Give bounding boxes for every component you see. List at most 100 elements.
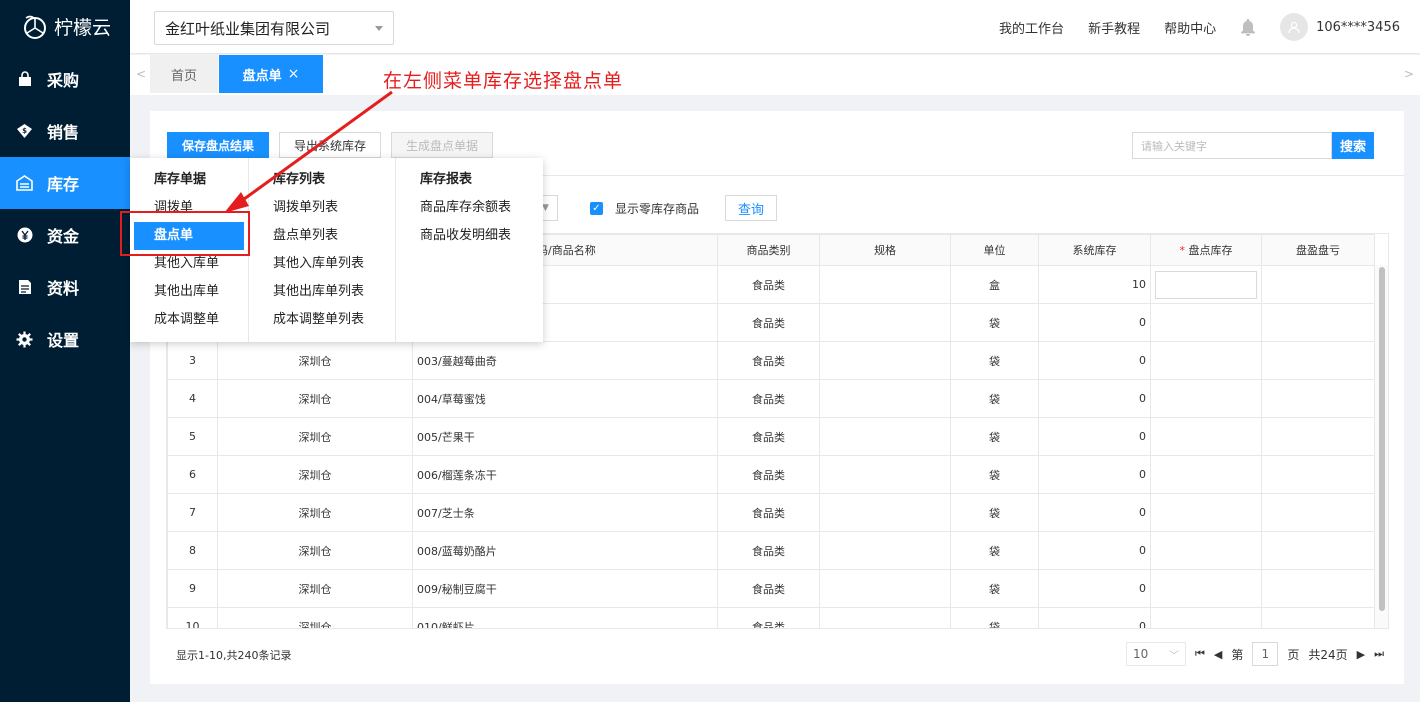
first-page-icon[interactable]: ⏮ (1195, 647, 1205, 661)
system-stock-cell: 0 (1038, 379, 1151, 418)
goods-name-cell: 010/鲜虾片 (412, 607, 718, 628)
help-center-link[interactable]: 帮助中心 (1164, 18, 1216, 37)
table-row: 8 深圳仓 008/蓝莓奶酪片 食品类 袋 0 (167, 531, 1375, 570)
system-stock-cell: 0 (1038, 531, 1151, 570)
company-select[interactable]: 金红叶纸业集团有限公司 (154, 11, 394, 45)
search-input[interactable]: 请输入关键字 (1132, 132, 1332, 159)
svg-text:$: $ (22, 127, 27, 135)
category-cell: 食品类 (717, 569, 820, 608)
flyout-heading: 库存单据 (154, 172, 207, 187)
sidebar-item-label: 资金 (47, 227, 80, 246)
sidebar-item-purchase[interactable]: 采购 (0, 53, 130, 105)
system-stock-cell: 0 (1038, 455, 1151, 494)
counted-stock-cell[interactable] (1150, 379, 1262, 418)
system-stock-cell: 0 (1038, 569, 1151, 608)
spec-cell (819, 265, 951, 304)
counted-stock-cell[interactable] (1150, 607, 1262, 628)
menu-item-cost-adjust-list[interactable]: 成本调整单列表 (249, 306, 395, 334)
warehouse-cell: 深圳仓 (217, 531, 413, 570)
sidebar-item-sales[interactable]: $ 销售 (0, 105, 130, 157)
sidebar-item-inventory[interactable]: 库存 (0, 157, 130, 209)
profit-loss-cell (1261, 531, 1375, 570)
warehouse-cell: 深圳仓 (217, 455, 413, 494)
unit-cell: 袋 (950, 607, 1039, 628)
row-number: 9 (167, 569, 218, 608)
counted-stock-cell[interactable] (1150, 531, 1262, 570)
close-icon[interactable]: × (288, 66, 300, 82)
goods-name-cell: 007/芝士条 (412, 493, 718, 532)
col-header-spec: 规格 (819, 234, 951, 266)
table-scrollbar[interactable] (1374, 265, 1388, 628)
sidebar-item-data[interactable]: 资料 (0, 261, 130, 313)
profit-loss-cell (1261, 379, 1375, 418)
counted-stock-cell[interactable] (1150, 493, 1262, 532)
scrollbar-thumb[interactable] (1379, 267, 1385, 611)
tutorial-link[interactable]: 新手教程 (1088, 18, 1140, 37)
menu-item-stock-detail[interactable]: 商品收发明细表 (396, 222, 543, 250)
user-menu[interactable]: 106****3456 (1280, 13, 1400, 41)
yen-icon (16, 227, 33, 244)
query-button[interactable]: 查询 (725, 195, 778, 221)
spec-cell (819, 607, 951, 628)
chevron-down-icon: ﹀ (1168, 650, 1179, 662)
system-stock-cell: 0 (1038, 607, 1151, 628)
tab-scroll-right-icon[interactable]: > (1404, 67, 1414, 81)
flyout-heading: 库存报表 (420, 172, 473, 187)
prev-page-icon[interactable]: ◀ (1214, 648, 1222, 661)
bag-icon (16, 71, 33, 88)
counted-stock-cell[interactable] (1150, 455, 1262, 494)
unit-cell: 袋 (950, 341, 1039, 380)
table-row: 3 深圳仓 003/蔓越莓曲奇 食品类 袋 0 (167, 341, 1375, 380)
show-zero-label: 显示零库存商品 (615, 201, 700, 216)
brand-logo[interactable]: 柠檬云 (0, 0, 130, 53)
tab-stocktake[interactable]: 盘点单 × (219, 55, 323, 93)
profit-loss-cell (1261, 455, 1375, 494)
tab-home[interactable]: 首页 (150, 55, 218, 93)
show-zero-checkbox[interactable]: ✓ (590, 201, 603, 215)
flyout-column-reports: 库存报表 商品库存余额表 商品收发明细表 (396, 158, 543, 342)
menu-item-stocktake-list[interactable]: 盘点单列表 (249, 222, 395, 250)
unit-cell: 袋 (950, 303, 1039, 342)
top-links: 我的工作台 新手教程 帮助中心 106****3456 (999, 0, 1400, 54)
counted-stock-cell[interactable] (1150, 303, 1262, 342)
menu-item-transfer-list[interactable]: 调拨单列表 (249, 194, 395, 222)
highlight-box (120, 211, 250, 256)
export-stock-button[interactable]: 导出系统库存 (279, 132, 382, 158)
generate-doc-button[interactable]: 生成盘点单据 (391, 132, 494, 158)
workbench-link[interactable]: 我的工作台 (999, 18, 1064, 37)
menu-item-cost-adjust[interactable]: 成本调整单 (130, 306, 248, 334)
sidebar-item-label: 销售 (47, 123, 80, 142)
menu-item-other-outbound[interactable]: 其他出库单 (130, 278, 248, 306)
sidebar-item-settings[interactable]: 设置 (0, 313, 130, 365)
spec-cell (819, 493, 951, 532)
last-page-icon[interactable]: ⏭ (1374, 647, 1384, 661)
menu-item-other-inbound-list[interactable]: 其他入库单列表 (249, 250, 395, 278)
next-page-icon[interactable]: ▶ (1357, 648, 1365, 661)
tab-scroll-left-icon[interactable]: < (136, 67, 146, 81)
spec-cell (819, 379, 951, 418)
search-box: 请输入关键字 搜索 (1132, 132, 1374, 159)
warehouse-cell: 深圳仓 (217, 379, 413, 418)
counted-stock-cell[interactable] (1150, 341, 1262, 380)
counted-stock-cell[interactable] (1150, 569, 1262, 608)
page-number-input[interactable]: 1 (1252, 642, 1279, 666)
goods-name-cell: 009/秘制豆腐干 (412, 569, 718, 608)
col-header-unit: 单位 (950, 234, 1039, 266)
save-result-button[interactable]: 保存盘点结果 (167, 132, 270, 158)
sidebar-item-label: 库存 (47, 175, 80, 194)
menu-item-other-outbound-list[interactable]: 其他出库单列表 (249, 278, 395, 306)
search-button[interactable]: 搜索 (1332, 132, 1374, 159)
spec-cell (819, 569, 951, 608)
page-prefix: 第 (1231, 647, 1244, 662)
category-cell: 食品类 (717, 379, 820, 418)
system-stock-cell: 0 (1038, 341, 1151, 380)
page-size-select[interactable]: 10 ﹀ (1125, 642, 1186, 666)
menu-item-stock-balance[interactable]: 商品库存余额表 (396, 194, 543, 222)
warehouse-cell: 深圳仓 (217, 607, 413, 628)
counted-stock-cell[interactable] (1150, 417, 1262, 456)
counted-stock-input[interactable] (1155, 270, 1257, 299)
bell-icon[interactable] (1240, 18, 1256, 36)
counted-stock-cell[interactable] (1150, 265, 1262, 304)
spec-cell (819, 531, 951, 570)
sidebar-item-funds[interactable]: 资金 (0, 209, 130, 261)
